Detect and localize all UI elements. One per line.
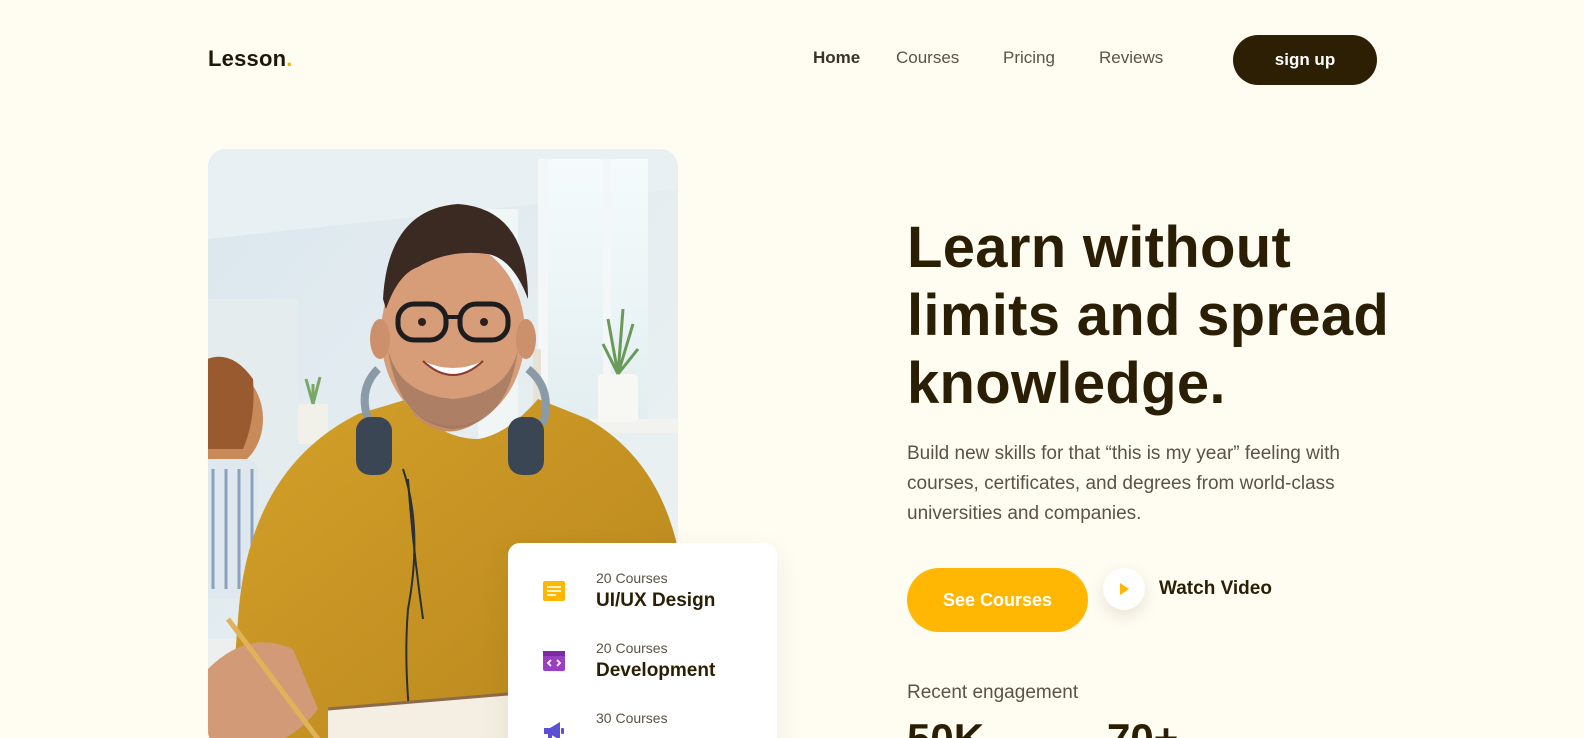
stat-value: 50K [907, 715, 984, 738]
category-title: UI/UX Design [596, 590, 716, 611]
stat-value: 70+ [1107, 715, 1178, 738]
category-item-development[interactable]: 20 Courses Development [508, 640, 777, 696]
watch-video-label: Watch Video [1159, 578, 1272, 599]
play-icon [1120, 583, 1129, 595]
engagement-label: Recent engagement [907, 682, 1079, 703]
signup-button[interactable]: sign up [1233, 35, 1377, 85]
play-button[interactable] [1103, 568, 1145, 610]
brand-logo[interactable]: Lesson. [208, 46, 293, 72]
see-courses-button[interactable]: See Courses [907, 568, 1088, 632]
nav-link-reviews[interactable]: Reviews [1099, 48, 1163, 68]
code-icon [543, 651, 565, 671]
course-categories-card: 20 Courses UI/UX Design 20 Courses Devel… [508, 543, 777, 738]
category-count: 20 Courses [596, 640, 668, 656]
hero-subtitle: Build new skills for that “this is my ye… [907, 443, 1340, 524]
category-item-marketing[interactable]: 30 Courses [508, 710, 777, 738]
hero-title-line: knowledge. [907, 351, 1226, 416]
category-title: Development [596, 660, 716, 681]
brand-name: Lesson [208, 46, 287, 71]
category-count: 20 Courses [596, 570, 668, 586]
hero-title-line: Learn without [907, 215, 1292, 280]
nav-link-pricing[interactable]: Pricing [1003, 48, 1055, 68]
megaphone-icon [544, 722, 564, 738]
nav-link-home[interactable]: Home [813, 48, 860, 68]
hero-title: Learn without limits and spread knowledg… [907, 214, 1467, 418]
landing-page: Lesson. Home Courses Pricing Reviews sig… [0, 0, 1584, 738]
category-item-uiux[interactable]: 20 Courses UI/UX Design [508, 570, 777, 626]
hero-title-line: limits and spread [907, 283, 1390, 348]
brand-dot: . [286, 46, 293, 71]
document-icon [543, 581, 565, 601]
category-count: 30 Courses [596, 710, 668, 726]
nav-link-courses[interactable]: Courses [896, 48, 959, 68]
